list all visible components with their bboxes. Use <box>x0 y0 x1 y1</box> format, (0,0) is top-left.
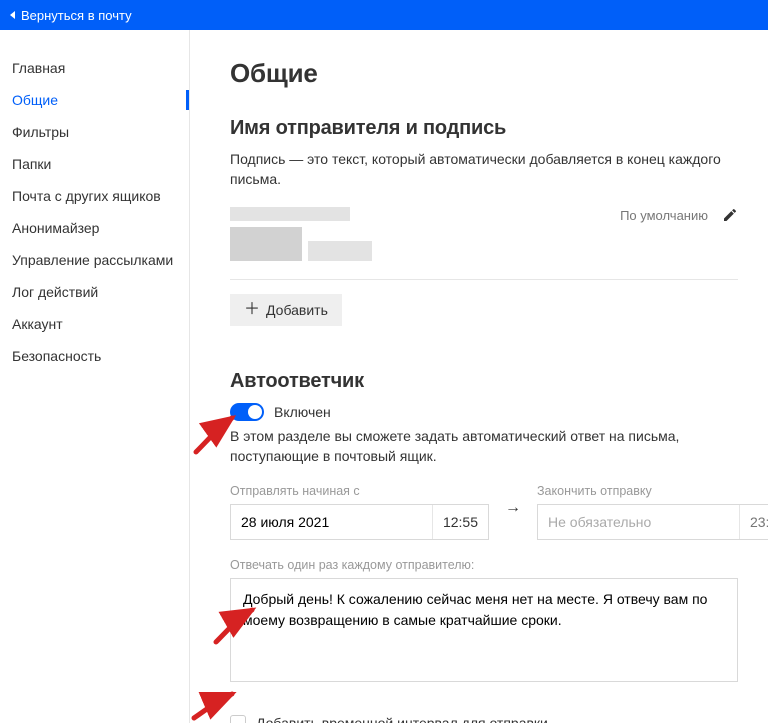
start-date-label: Отправлять начиная с <box>230 484 489 498</box>
autoresponder-message-block: Отвечать один раз каждому отправителю: <box>230 558 738 711</box>
signature-preview-block <box>230 227 302 261</box>
sidebar-item-security[interactable]: Безопасность <box>0 340 189 372</box>
back-to-mail-link[interactable]: Вернуться в почту <box>10 8 132 23</box>
autoresponder-date-row: Отправлять начиная с → Закончить отправк… <box>230 484 738 540</box>
back-to-mail-label: Вернуться в почту <box>21 8 132 23</box>
signature-meta: По умолчанию <box>620 207 738 223</box>
signature-section-desc: Подпись — это текст, который автоматичес… <box>230 150 738 189</box>
sidebar-item-general[interactable]: Общие <box>0 84 189 116</box>
settings-main: Общие Имя отправителя и подпись Подпись … <box>190 30 768 723</box>
sidebar-item-folders[interactable]: Папки <box>0 148 189 180</box>
end-date-group <box>537 504 768 540</box>
chevron-left-icon <box>10 11 15 19</box>
toggle-knob <box>248 405 262 419</box>
signature-preview <box>230 207 372 261</box>
signature-default-label: По умолчанию <box>620 208 708 223</box>
sidebar-item-anonymizer[interactable]: Анонимайзер <box>0 212 189 244</box>
autoresponder-desc: В этом разделе вы сможете задать автомат… <box>230 427 738 466</box>
autoresponder-enabled-label: Включен <box>274 404 331 420</box>
start-date-input[interactable] <box>231 505 432 539</box>
interval-checkbox[interactable] <box>230 715 246 723</box>
autoresponder-title: Автоответчик <box>230 370 738 393</box>
signature-section-title: Имя отправителя и подпись <box>230 117 738 140</box>
sidebar-item-external-mail[interactable]: Почта с других ящиков <box>0 180 189 212</box>
topbar: Вернуться в почту <box>0 0 768 30</box>
arrow-right-icon: → <box>503 499 523 525</box>
interval-checkbox-label: Добавить временной интервал для отправки <box>256 715 548 723</box>
signature-preview-line <box>308 241 372 261</box>
start-time-input[interactable] <box>432 505 488 539</box>
autoresponder-end-col: Закончить отправку <box>537 484 768 540</box>
end-time-input[interactable] <box>739 505 768 539</box>
interval-checkbox-row: Добавить временной интервал для отправки <box>230 715 738 723</box>
autoresponder-message-input[interactable] <box>230 578 738 682</box>
sidebar-item-action-log[interactable]: Лог действий <box>0 276 189 308</box>
message-label: Отвечать один раз каждому отправителю: <box>230 558 738 572</box>
start-date-group <box>230 504 489 540</box>
end-date-input[interactable] <box>538 505 739 539</box>
signature-section: Имя отправителя и подпись Подпись — это … <box>230 117 738 326</box>
autoresponder-start-col: Отправлять начиная с <box>230 484 489 540</box>
sidebar-item-mailing-mgmt[interactable]: Управление рассылками <box>0 244 189 276</box>
autoresponder-toggle-row: Включен <box>230 403 738 421</box>
page-title: Общие <box>230 58 738 89</box>
autoresponder-toggle[interactable] <box>230 403 264 421</box>
end-date-label: Закончить отправку <box>537 484 768 498</box>
sidebar-item-filters[interactable]: Фильтры <box>0 116 189 148</box>
sidebar-item-account[interactable]: Аккаунт <box>0 308 189 340</box>
signature-card: По умолчанию <box>230 207 738 280</box>
add-signature-label: Добавить <box>266 302 328 318</box>
pencil-icon[interactable] <box>722 207 738 223</box>
signature-preview-line <box>230 207 350 221</box>
add-signature-button[interactable]: ＋ Добавить <box>230 294 342 326</box>
sidebar-item-home[interactable]: Главная <box>0 52 189 84</box>
autoresponder-section: Автоответчик Включен В этом разделе вы с… <box>230 370 738 723</box>
settings-sidebar: Главная Общие Фильтры Папки Почта с друг… <box>0 30 190 723</box>
plus-icon: ＋ <box>244 302 260 318</box>
